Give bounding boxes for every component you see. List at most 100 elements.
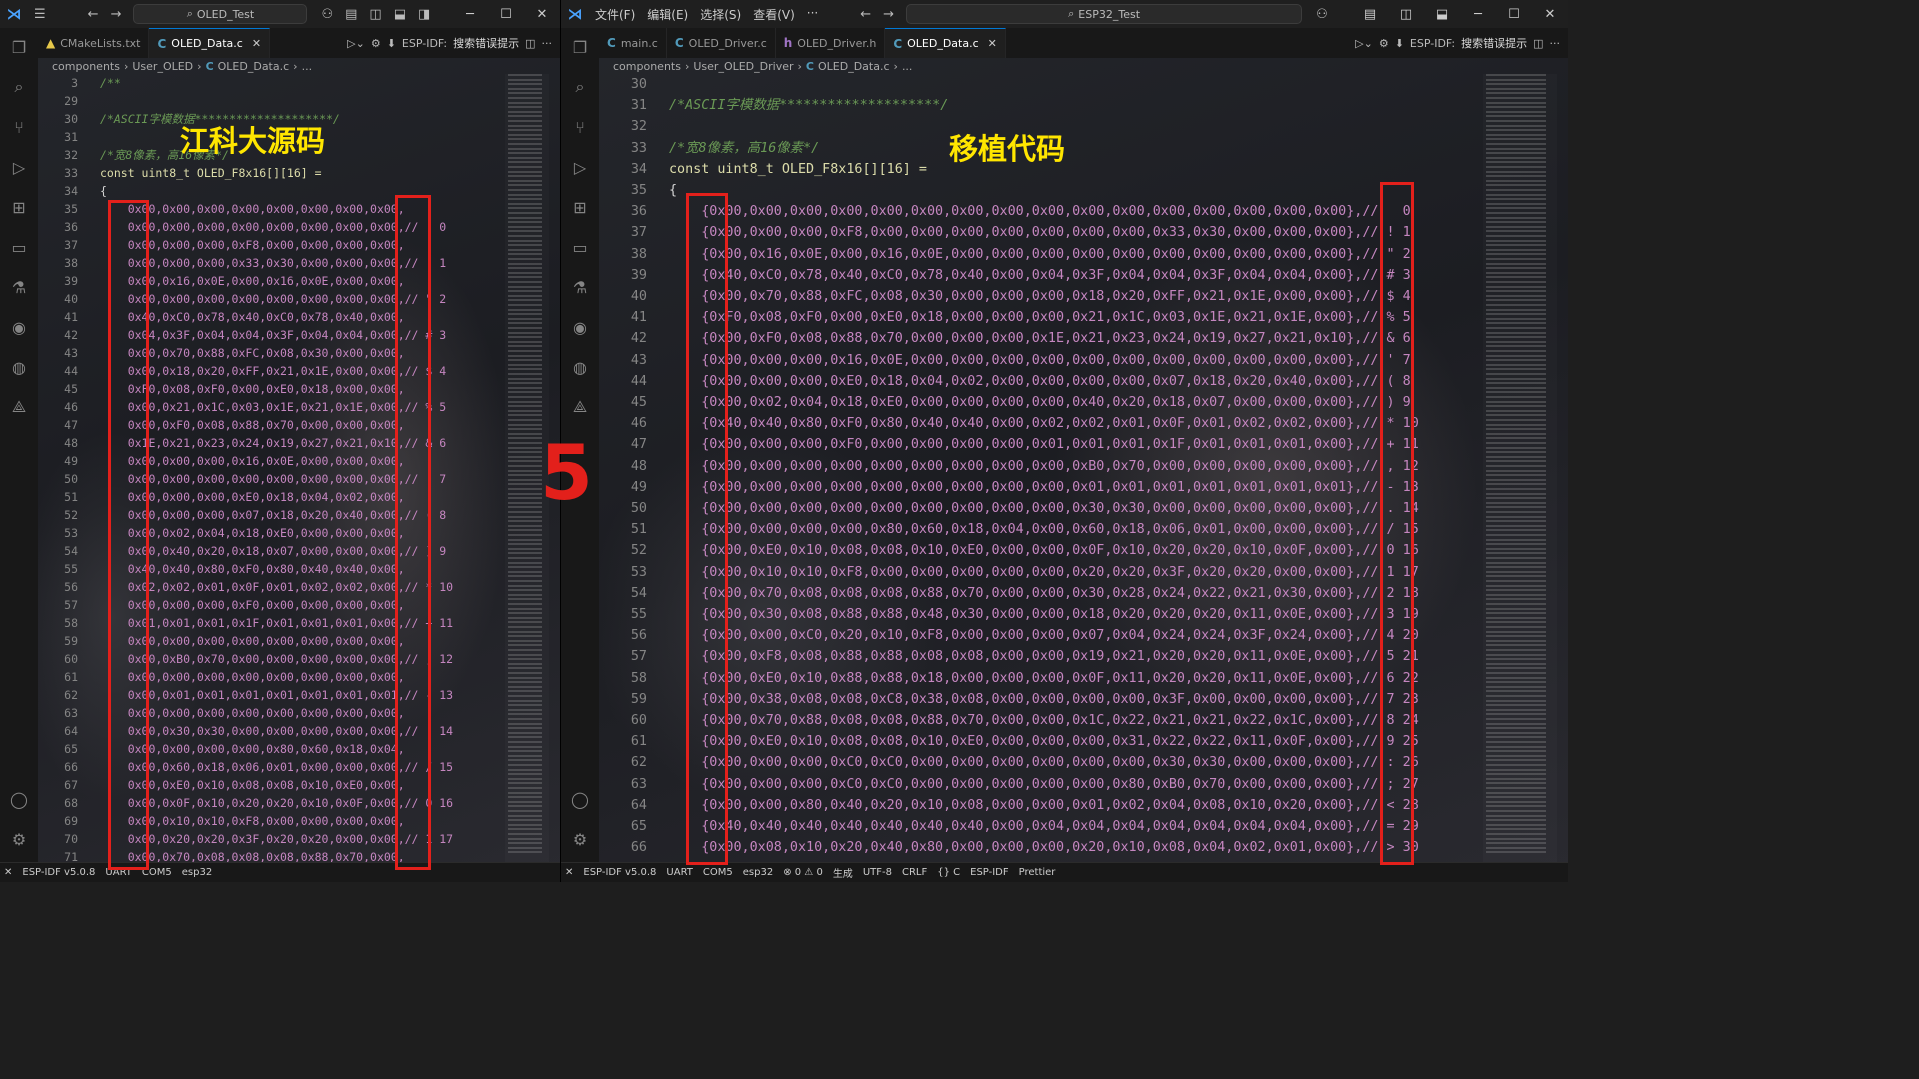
status-item[interactable]: {} C	[937, 867, 960, 878]
close-icon[interactable]: ✕	[524, 7, 560, 22]
espidf-hint[interactable]: 搜索错误提示	[453, 35, 519, 51]
minimap[interactable]	[1483, 74, 1557, 862]
status-item[interactable]: ESP-IDF v5.0.8	[583, 867, 656, 878]
account-icon[interactable]: ◯	[569, 788, 591, 810]
account-icon[interactable]: ◯	[8, 788, 30, 810]
forward-arrow-icon[interactable]: →	[877, 7, 900, 22]
command-center-search[interactable]: ⌕ ESP32_Test	[906, 4, 1303, 24]
layout-icon[interactable]: ▤	[339, 7, 363, 22]
menu-item[interactable]: 查看(V)	[747, 6, 801, 23]
status-item[interactable]: ESP-IDF v5.0.8	[22, 867, 95, 878]
status-item[interactable]: ESP-IDF	[970, 867, 1009, 878]
copilot-icon[interactable]: ⚇	[1310, 7, 1334, 22]
minimize-icon[interactable]: ─	[452, 7, 488, 22]
status-item[interactable]: 生成	[833, 865, 853, 880]
platformio-icon[interactable]: ◍	[8, 356, 30, 378]
tab-oled-driver-c[interactable]: C OLED_Driver.c	[667, 28, 776, 58]
code-editor[interactable]: 30 31 /*ASCII字模数据********************/ 32 33…	[599, 74, 1479, 862]
breadcrumb-item[interactable]: components	[52, 60, 120, 73]
toggle-sidebar-icon[interactable]: ◫	[1388, 7, 1424, 22]
tab-cmakelists-txt[interactable]: ▲ CMakeLists.txt	[38, 28, 150, 58]
status-item[interactable]: ⊗ 0 ⚠ 0	[783, 867, 823, 878]
minimap-line	[1486, 414, 1546, 417]
breadcrumb-item[interactable]: components	[613, 60, 681, 73]
ai-icon[interactable]: ⟁	[569, 396, 591, 418]
remote-explorer-icon[interactable]: ▭	[569, 236, 591, 258]
status-item[interactable]: esp32	[743, 867, 773, 878]
testing-icon[interactable]: ⚗	[569, 276, 591, 298]
command-center-search[interactable]: ⌕ OLED_Test	[133, 4, 308, 24]
menu-item[interactable]: ···	[801, 6, 824, 23]
gear-icon[interactable]: ⚙	[8, 828, 30, 850]
extensions-icon[interactable]: ⊞	[569, 196, 591, 218]
tab-oled-data-c[interactable]: C OLED_Data.c ✕	[885, 28, 1006, 58]
minimize-icon[interactable]: ─	[1460, 7, 1496, 22]
menu-hamburger-icon[interactable]: ☰	[28, 7, 52, 22]
gear-icon[interactable]: ⚙	[569, 828, 591, 850]
status-item[interactable]: UART	[666, 867, 693, 878]
more-actions-icon[interactable]: ···	[1550, 37, 1561, 50]
remote-icon[interactable]: ✕	[4, 867, 12, 878]
forward-arrow-icon[interactable]: →	[105, 7, 128, 22]
minimap-line	[1486, 465, 1546, 467]
menu-item[interactable]: 文件(F)	[589, 6, 641, 23]
status-item[interactable]: COM5	[703, 867, 733, 878]
espidf-hint[interactable]: 搜索错误提示	[1461, 35, 1527, 51]
status-item[interactable]: UTF-8	[863, 867, 892, 878]
back-arrow-icon[interactable]: ←	[854, 7, 877, 22]
toggle-panel-icon[interactable]: ⬓	[1424, 7, 1460, 22]
save-icon[interactable]: ⬇	[1395, 37, 1404, 50]
maximize-icon[interactable]: ☐	[1496, 7, 1532, 22]
run-debug-icon[interactable]: ▷	[569, 156, 591, 178]
status-item[interactable]: Prettier	[1019, 867, 1056, 878]
copilot-icon[interactable]: ⚇	[315, 7, 339, 22]
breadcrumb-item[interactable]: User_OLED	[132, 60, 193, 73]
breadcrumb-item[interactable]: ...	[902, 60, 913, 73]
close-tab-icon[interactable]: ✕	[988, 37, 997, 50]
back-arrow-icon[interactable]: ←	[82, 7, 105, 22]
close-tab-icon[interactable]: ✕	[252, 37, 261, 50]
maximize-icon[interactable]: ☐	[488, 7, 524, 22]
explorer-icon[interactable]: ❐	[569, 36, 591, 58]
settings-icon[interactable]: ⚙	[1379, 37, 1389, 50]
tab-main-c[interactable]: Cmain.c	[599, 28, 667, 58]
breadcrumb-item[interactable]: OLED_Data.c	[818, 60, 890, 73]
menu-item[interactable]: 编辑(E)	[641, 6, 694, 23]
split-editor-icon[interactable]: ◫	[1533, 37, 1543, 50]
extensions-icon[interactable]: ⊞	[8, 196, 30, 218]
close-icon[interactable]: ✕	[1532, 7, 1568, 22]
search-icon[interactable]: ⌕	[569, 76, 591, 98]
toggle-sidebar-icon[interactable]: ◫	[363, 7, 387, 22]
remote-explorer-icon[interactable]: ▭	[8, 236, 30, 258]
tab-oled-driver-h[interactable]: h OLED_Driver.h	[776, 28, 886, 58]
platformio-icon[interactable]: ◍	[569, 356, 591, 378]
run-icon[interactable]: ▷⌄	[347, 37, 365, 50]
ai-icon[interactable]: ⟁	[8, 396, 30, 418]
layout-icon[interactable]: ▤	[1352, 7, 1388, 22]
split-editor-icon[interactable]: ◫	[525, 37, 535, 50]
status-item[interactable]: esp32	[182, 867, 212, 878]
source-control-icon[interactable]: ⑂	[569, 116, 591, 138]
espidf-icon[interactable]: ◉	[8, 316, 30, 338]
remote-icon[interactable]: ✕	[565, 867, 573, 878]
breadcrumb-item[interactable]: OLED_Data.c	[218, 60, 290, 73]
minimap-line	[508, 313, 542, 316]
run-icon[interactable]: ▷⌄	[1355, 37, 1373, 50]
more-actions-icon[interactable]: ···	[542, 37, 553, 50]
run-debug-icon[interactable]: ▷	[8, 156, 30, 178]
espidf-icon[interactable]: ◉	[569, 316, 591, 338]
toggle-panel-icon[interactable]: ⬓	[388, 7, 412, 22]
menu-item[interactable]: 选择(S)	[694, 6, 747, 23]
settings-icon[interactable]: ⚙	[371, 37, 381, 50]
line-text: /**	[100, 76, 121, 90]
save-icon[interactable]: ⬇	[387, 37, 396, 50]
source-control-icon[interactable]: ⑂	[8, 116, 30, 138]
breadcrumb-item[interactable]: User_OLED_Driver	[693, 60, 793, 73]
explorer-icon[interactable]: ❐	[8, 36, 30, 58]
breadcrumb-item[interactable]: ...	[302, 60, 313, 73]
search-icon[interactable]: ⌕	[8, 76, 30, 98]
tab-oled-data-c[interactable]: C OLED_Data.c ✕	[149, 28, 271, 58]
testing-icon[interactable]: ⚗	[8, 276, 30, 298]
toggle-secondary-icon[interactable]: ◨	[412, 7, 436, 22]
status-item[interactable]: CRLF	[902, 867, 927, 878]
